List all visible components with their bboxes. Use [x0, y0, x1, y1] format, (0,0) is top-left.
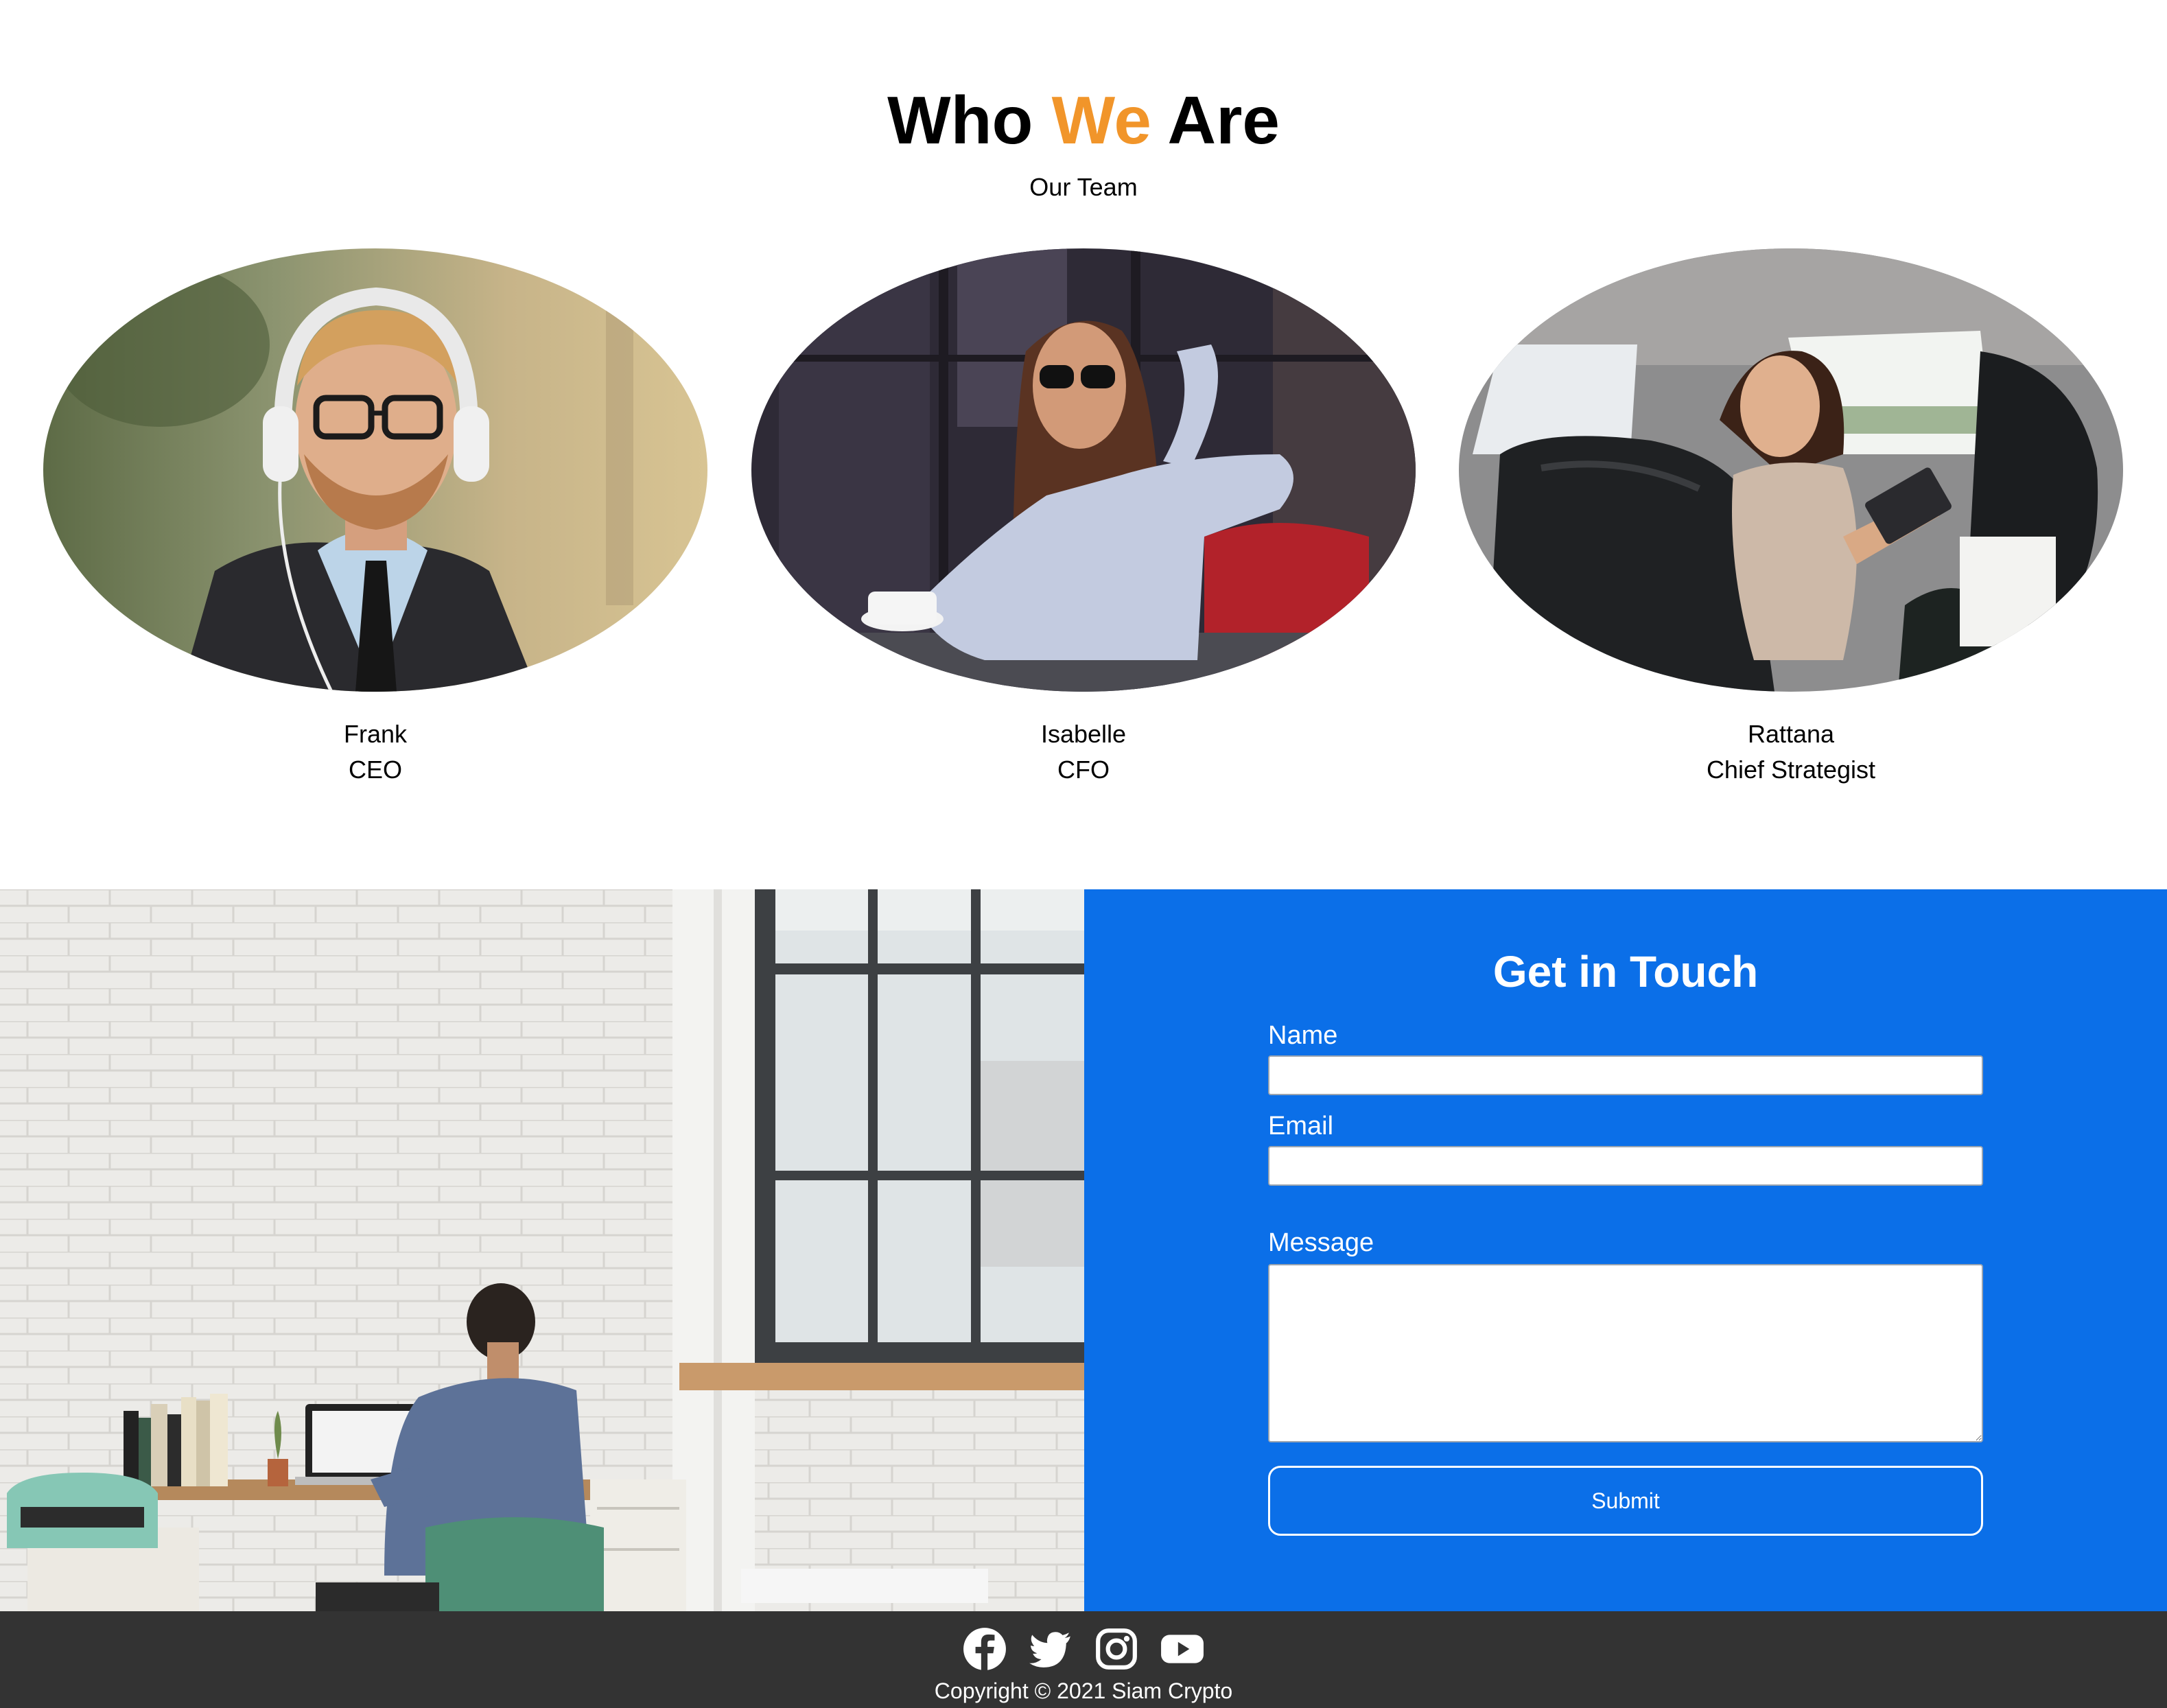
youtube-icon[interactable] — [1160, 1626, 1205, 1672]
team-member-name: Isabelle — [1040, 720, 1127, 748]
team-heading-part1: Who — [887, 82, 1052, 158]
team-heading: Who We Are — [0, 75, 2167, 165]
twitter-icon[interactable] — [1028, 1626, 1073, 1672]
team-member-role: CEO — [348, 756, 402, 784]
social-links — [0, 1626, 2167, 1672]
copyright-text: Copyright © 2021 Siam Crypto — [934, 1678, 1233, 1703]
team-member-name: Frank — [343, 720, 408, 748]
submit-button[interactable]: Submit — [1268, 1466, 1983, 1536]
team-member-role: CFO — [1057, 756, 1110, 784]
team-member-card: Rattana Chief Strategist — [1459, 248, 2123, 788]
team-subtitle: Our Team — [1029, 173, 1138, 201]
team-member-photo — [1459, 248, 2123, 692]
instagram-icon[interactable] — [1094, 1626, 1139, 1672]
name-field[interactable] — [1268, 1055, 1983, 1095]
team-member-photo — [751, 248, 1416, 692]
email-field[interactable] — [1268, 1146, 1983, 1186]
team-member-name: Rattana — [1747, 720, 1835, 748]
contact-section: Get in Touch Name Email Message Submit — [0, 889, 2167, 1611]
office-photo — [0, 889, 1084, 1611]
contact-form-title: Get in Touch — [1492, 947, 1759, 996]
team-section: Who We Are Our Team Frank CEO Isabelle C… — [0, 0, 2167, 889]
name-label: Name — [1268, 1021, 1338, 1050]
message-label: Message — [1268, 1228, 1374, 1257]
team-heading-part2: Are — [1151, 82, 1280, 158]
team-heading-accent: We — [1051, 82, 1151, 158]
team-member-photo — [43, 248, 707, 692]
team-member-role: Chief Strategist — [1706, 756, 1876, 784]
team-member-card: Isabelle CFO — [751, 248, 1416, 788]
facebook-icon[interactable] — [962, 1626, 1007, 1672]
message-field[interactable] — [1268, 1264, 1983, 1442]
footer: Copyright © 2021 Siam Crypto — [0, 1611, 2167, 1708]
team-member-card: Frank CEO — [43, 248, 707, 788]
email-label: Email — [1268, 1112, 1334, 1140]
contact-form-panel: Get in Touch Name Email Message Submit — [1084, 889, 2167, 1611]
